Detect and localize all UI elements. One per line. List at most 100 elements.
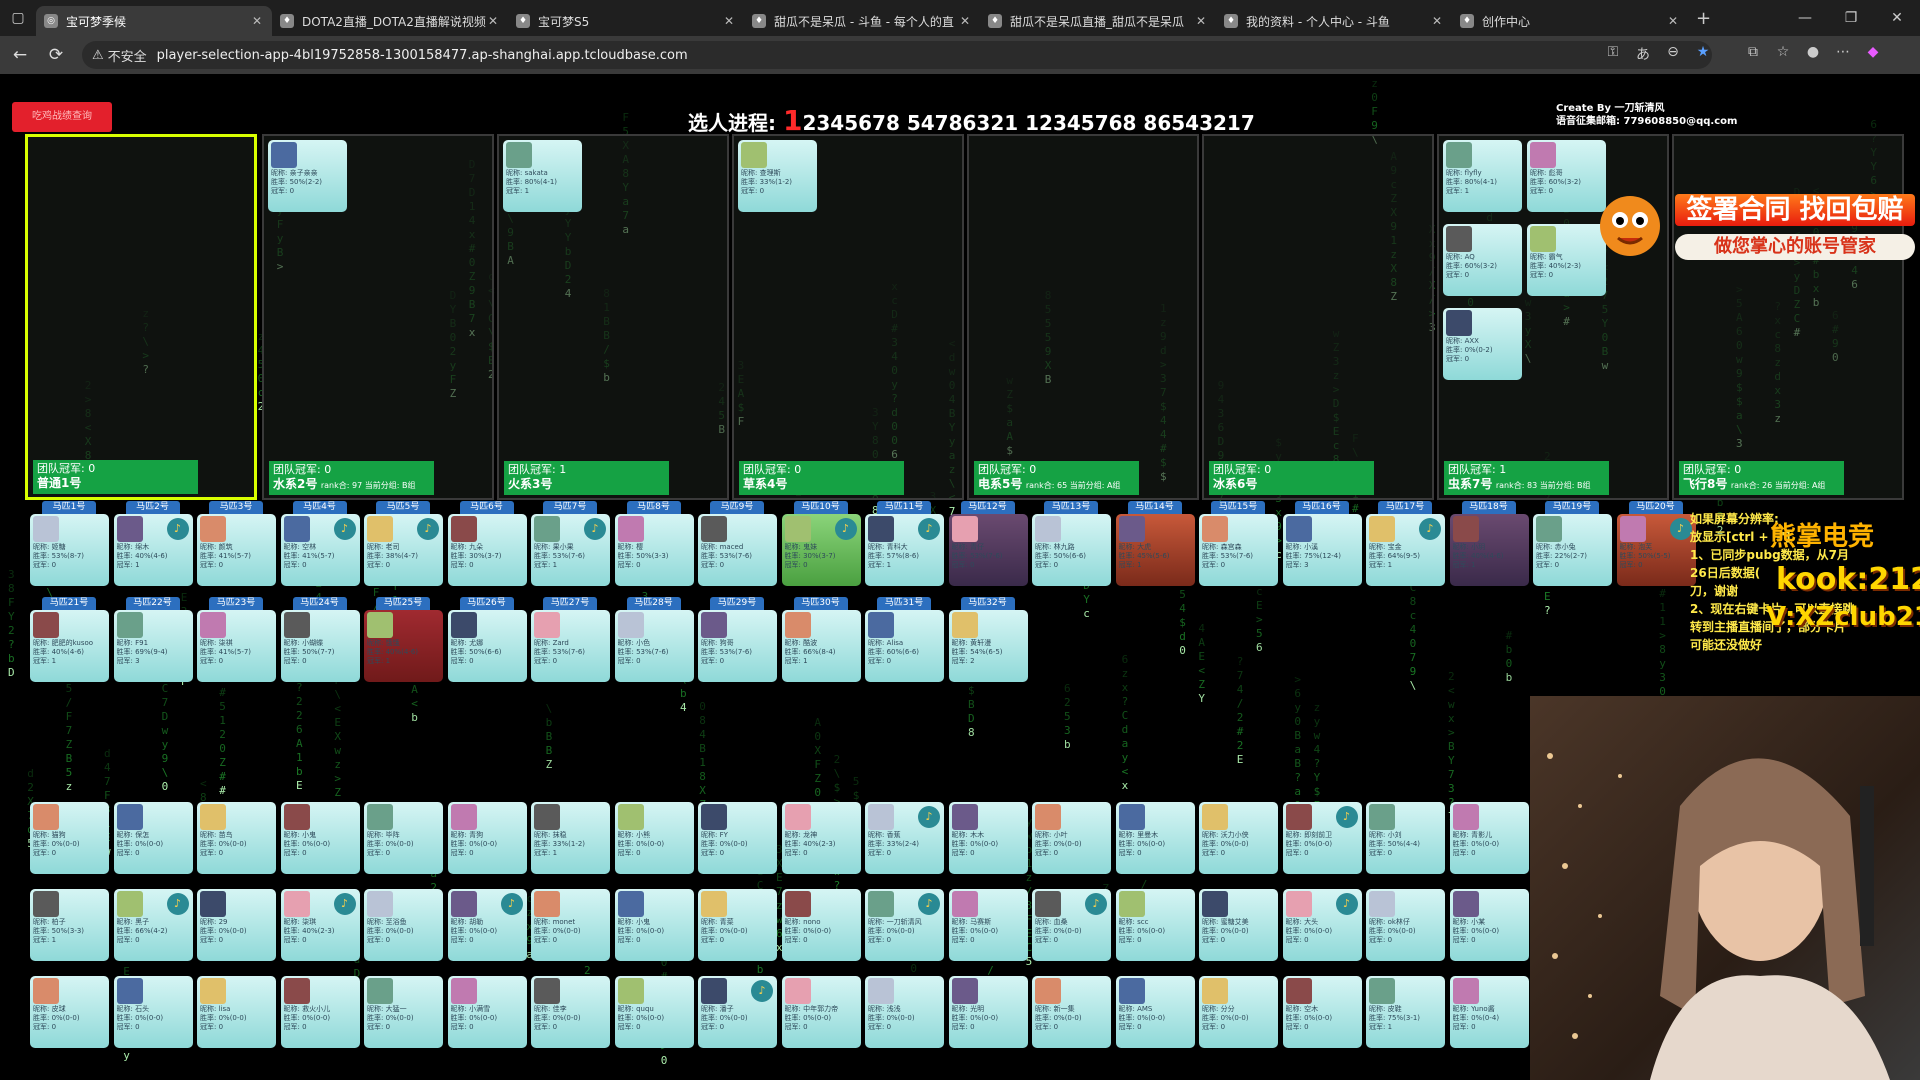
player-card[interactable]: 昵称: 保怎 胜率: 0%(0-0) 冠军: 0 [113,802,193,874]
player-card[interactable]: 昵称: scc 胜率: 0%(0-0) 冠军: 0 [1115,889,1195,961]
player-card[interactable]: 昵称: 小满雪 胜率: 0%(0-0) 冠军: 0 [447,976,527,1048]
player-card[interactable]: 昵称: 浅浅 胜率: 0%(0-0) 冠军: 0 [865,976,944,1048]
menu-icon[interactable]: ⋯ [1828,44,1858,66]
player-card[interactable]: 昵称: 小鬼 胜率: 0%(0-0) 冠军: 0 [280,802,360,874]
voice-icon[interactable]: ♪ [1335,893,1358,915]
player-card[interactable]: 昵称: ququ 胜率: 0%(0-0) 冠军: 0 [614,976,694,1048]
player-card[interactable]: 昵称: 鬼妹 胜率: 30%(3-7) 冠军: 0 ♪ [781,514,861,586]
tab-close-icon[interactable]: ✕ [1430,14,1444,28]
player-card[interactable]: 昵称: 饿饿 胜率: 40%(4-6) 冠军: 1 [364,610,443,682]
player-card[interactable]: 昵称: 大头 胜率: 0%(0-0) 冠军: 0 ♪ [1282,889,1362,961]
player-card[interactable]: 昵称: flyfly 胜率: 80%(4-1) 冠军: 1 [1443,140,1522,212]
player-card[interactable]: 昵称: 小叶 胜率: 0%(0-0) 冠军: 0 [1032,802,1111,874]
player-card[interactable]: 昵称: 青狗 胜率: 0%(0-0) 冠军: 0 [447,802,527,874]
player-card[interactable]: 昵称: 血桑 胜率: 0%(0-0) 冠军: 0 ♪ [1032,889,1111,961]
favorites-icon[interactable]: ☆ [1768,44,1798,66]
player-card[interactable]: 昵称: 分分 胜率: 0%(0-0) 冠军: 0 [1199,976,1278,1048]
voice-icon[interactable]: ♪ [417,518,439,540]
player-card[interactable]: 昵称: 樱胜率: 50%(3-3) 冠军: 0 [614,514,694,586]
voice-icon[interactable]: ♪ [166,518,189,540]
voice-icon[interactable]: ♪ [918,893,940,915]
player-card[interactable]: 昵称: 青菜 胜率: 0%(0-0) 冠军: 0 [698,889,777,961]
extensions-icon[interactable]: ⧉ [1738,44,1768,66]
player-card[interactable]: 昵称: 绵木 胜率: 40%(4-6) 冠军: 1 ♪ [113,514,193,586]
reload-icon[interactable]: ⟳ [40,39,72,71]
player-card[interactable]: 昵称: 肥肥的kusoo 胜率: 40%(4-6) 冠军: 1 [30,610,109,682]
tab-5[interactable]: ♦ 甜瓜不是呆瓜直播_甜瓜不是呆瓜 ✕ [980,6,1216,36]
player-card[interactable]: 昵称: 酷波 胜率: 66%(8-4) 冠军: 1 [781,610,861,682]
translate-icon[interactable]: あ [1628,44,1658,66]
player-card[interactable]: 昵称: AXX 胜率: 0%(0-2) 冠军: 0 [1443,308,1522,380]
tab-close-icon[interactable]: ✕ [1666,14,1680,28]
minimize-icon[interactable]: — [1782,0,1828,36]
player-card[interactable]: 昵称: 小鬼 胜率: 0%(0-0) 冠军: 0 [614,889,694,961]
voice-icon[interactable]: ♪ [1669,518,1692,540]
player-card[interactable]: 昵称: 狗哥 胜率: 53%(7-6) 冠军: 0 [698,610,777,682]
tab-4[interactable]: ♦ 甜瓜不是呆瓜 - 斗鱼 - 每个人的直 ✕ [744,6,980,36]
player-card[interactable]: 昵称: 老司 胜率: 38%(4-7) 冠军: 0 ♪ [364,514,443,586]
player-card[interactable]: 昵称: 救火小儿 胜率: 0%(0-0) 冠军: 0 [280,976,360,1048]
player-card[interactable]: 昵称: 尤娜 胜率: 50%(6-6) 冠军: 0 [447,610,527,682]
voice-icon[interactable]: ♪ [1335,806,1358,828]
player-card[interactable]: 昵称: 小某 胜率: 0%(0-0) 冠军: 0 [1449,889,1529,961]
player-card[interactable]: 昵称: nono 胜率: 0%(0-0) 冠军: 0 [781,889,861,961]
voice-icon[interactable]: ♪ [166,893,189,915]
player-card[interactable]: 昵称: 黄轩漫 胜率: 54%(6-5) 冠军: 2 [948,610,1028,682]
player-card[interactable]: 昵称: 马赛斯 胜率: 0%(0-0) 冠军: 0 [948,889,1028,961]
player-card[interactable]: 昵称: 蜜糖艾美 胜率: 0%(0-0) 冠军: 0 [1199,889,1278,961]
player-card[interactable]: 昵称: 青科大 胜率: 57%(8-6) 冠军: 1 ♪ [865,514,944,586]
player-card[interactable]: 昵称: 佳李 胜率: 0%(0-0) 冠军: 0 [531,976,610,1048]
pubg-record-query-button[interactable]: 吃鸡战绩查询 [12,102,112,132]
profile-avatar-icon[interactable]: ● [1798,44,1828,66]
player-card[interactable]: 昵称: 小熊 胜率: 0%(0-0) 冠军: 0 [614,802,694,874]
player-card[interactable]: 昵称: monet 胜率: 0%(0-0) 冠军: 0 [531,889,610,961]
voice-icon[interactable]: ♪ [1419,518,1441,540]
player-card[interactable]: 昵称: AMS 胜率: 0%(0-0) 冠军: 0 [1115,976,1195,1048]
player-card[interactable]: 昵称: 青影儿 胜率: 0%(0-0) 冠军: 0 [1449,802,1529,874]
player-card[interactable]: 昵称: 皮鞋 胜率: 75%(3-1) 冠军: 1 [1366,976,1445,1048]
player-card[interactable]: 昵称: 查理斯 胜率: 33%(1-2) 冠军: 0 [738,140,817,212]
player-card[interactable]: 昵称: 木木 胜率: 0%(0-0) 冠军: 0 [948,802,1028,874]
voice-icon[interactable]: ♪ [834,518,857,540]
player-card[interactable]: 昵称: 29 胜率: 0%(0-0) 冠军: 0 [197,889,276,961]
player-card[interactable]: 昵称: 空木 胜率: 0%(0-0) 冠军: 0 [1282,976,1362,1048]
player-card[interactable]: 昵称: 新一集 胜率: 0%(0-0) 冠军: 0 [1032,976,1111,1048]
player-card[interactable]: 昵称: 九朵 胜率: 30%(3-7) 冠军: 0 [447,514,527,586]
player-card[interactable]: 昵称: 中年郭力帝 胜率: 0%(0-0) 冠军: 0 [781,976,861,1048]
voice-icon[interactable]: ♪ [1085,893,1107,915]
team-panel-1[interactable]: 团队冠军: 0 普通1号 [25,134,257,500]
player-card[interactable]: 昵称: 小色 胜率: 53%(7-6) 冠军: 0 [614,610,694,682]
voice-icon[interactable]: ♪ [333,893,356,915]
copilot-icon[interactable]: ◆ [1858,44,1888,66]
player-card[interactable]: 昵称: 宝金 胜率: 64%(9-5) 冠军: 1 ♪ [1366,514,1445,586]
player-card[interactable]: 昵称: 森宫森 胜率: 53%(7-6) 冠军: 0 [1199,514,1278,586]
player-card[interactable]: 昵称: 颜筑 胜率: 41%(5-7) 冠军: 0 [197,514,276,586]
team-panel-3[interactable]: 昵称: sakata 胜率: 80%(4-1) 冠军: 1 团队冠军: 1 火系3号 [497,134,729,500]
player-card[interactable]: 昵称: 毕阵 胜率: 0%(0-0) 冠军: 0 [364,802,443,874]
player-card[interactable]: 昵称: 猫狗 胜率: 0%(0-0) 冠军: 0 [30,802,109,874]
tab-close-icon[interactable]: ✕ [486,14,500,28]
player-card[interactable]: 昵称: 大猛一 胜率: 0%(0-0) 冠军: 0 [364,976,443,1048]
voice-icon[interactable]: ♪ [584,518,606,540]
team-panel-5[interactable]: 团队冠军: 0 电系5号 rank合: 65 当前分组: A组 [967,134,1199,500]
player-card[interactable]: 昵称: Alisa 胜率: 60%(6-6) 冠军: 0 [865,610,944,682]
player-card[interactable]: 昵称: 柒琪 胜率: 40%(2-3) 冠军: 0 ♪ [280,889,360,961]
tab-6[interactable]: ♦ 我的资料 - 个人中心 - 斗鱼 ✕ [1216,6,1452,36]
player-card[interactable]: 昵称: 一刀斩清风 胜率: 0%(0-0) 冠军: 0 ♪ [865,889,944,961]
player-card[interactable]: 昵称: 里曼木 胜率: 0%(0-0) 冠军: 0 [1115,802,1195,874]
player-card[interactable]: 昵称: lisa 胜率: 0%(0-0) 冠军: 0 [197,976,276,1048]
voice-icon[interactable]: ♪ [918,806,940,828]
player-card[interactable]: 昵称: 石头 胜率: 0%(0-0) 冠军: 0 [113,976,193,1048]
voice-icon[interactable]: ♪ [751,980,773,1002]
player-card[interactable]: 昵称: 至浴鱼 胜率: 0%(0-0) 冠军: 0 [364,889,443,961]
player-card[interactable]: 昵称: 黑子 胜率: 66%(4-2) 冠军: 0 ♪ [113,889,193,961]
tab-actions-icon[interactable]: ▢ [0,0,36,36]
back-icon[interactable]: ← [4,39,36,71]
player-card[interactable]: 昵称: 柒祺 胜率: 41%(5-7) 冠军: 0 [197,610,276,682]
player-card[interactable]: 昵称: maced 胜率: 53%(7-6) 冠军: 0 [698,514,777,586]
tab-close-icon[interactable]: ✕ [1194,14,1208,28]
player-card[interactable]: 昵称: 姬糖 胜率: 53%(8-7) 冠军: 0 [30,514,109,586]
player-card[interactable]: 昵称: 胡勒 胜率: 0%(0-0) 冠军: 0 ♪ [447,889,527,961]
player-card[interactable]: 昵称: 青仔 胜率: 53%(7-6) 冠军: 0 [948,514,1028,586]
player-card[interactable]: 昵称: 果小果 胜率: 53%(7-6) 冠军: 1 ♪ [531,514,610,586]
